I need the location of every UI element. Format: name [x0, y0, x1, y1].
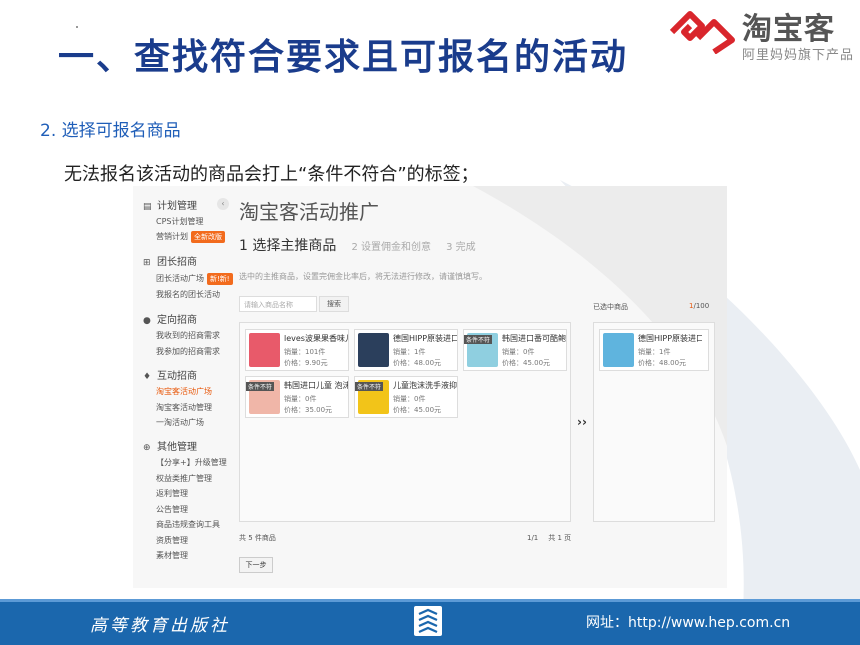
step-2: 2 设置佣金和创意	[351, 242, 431, 253]
product-sales: 销量：1件	[638, 348, 671, 356]
sidebar-item-rights-promo[interactable]: 权益类推广管理	[156, 473, 212, 484]
product-name: 儿童泡沫洗手液抑	[393, 381, 457, 390]
sidebar-item-rebate[interactable]: 返利管理	[156, 488, 188, 499]
taobaoke-logo: 淘宝客 阿里妈妈旗下产品	[668, 4, 856, 64]
product-thumbnail	[358, 333, 389, 367]
product-card[interactable]: 条件不符 儿童泡沫洗手液抑 销量：0件 价格：45.00元	[354, 376, 458, 418]
product-price: 价格：48.00元	[638, 359, 687, 367]
subheading: 2. 选择可报名商品	[40, 121, 181, 141]
sidebar-item-marketing-plan[interactable]: 营销计划 全新改版	[156, 231, 225, 243]
sidebar-group-plan[interactable]: ▤ 计划管理	[143, 197, 197, 212]
sidebar-item-activity-square[interactable]: 淘宝客活动广场	[156, 386, 212, 397]
pin-icon: ♦	[143, 372, 152, 382]
sidebar-item-leader-square[interactable]: 团长活动广场 新!新!	[156, 273, 233, 285]
sidebar-item-my-leader-activities[interactable]: 我报名的团长活动	[156, 289, 220, 300]
sidebar-group-targeted[interactable]: ● 定向招商	[143, 311, 197, 326]
sidebar-item-materials[interactable]: 素材管理	[156, 550, 188, 561]
book-logo-icon	[414, 606, 442, 636]
page-title: 淘宝客活动推广	[239, 200, 379, 224]
next-step-button[interactable]: 下一步	[239, 557, 273, 573]
grid-icon: ⊞	[143, 258, 151, 268]
sidebar-item-cps-plan[interactable]: CPS计划管理	[156, 216, 204, 227]
description: 无法报名该活动的商品会打上“条件不符合”的标签；	[64, 164, 479, 185]
logo-name: 淘宝客	[742, 12, 835, 47]
step-indicator: 1 选择主推商品 2 设置佣金和创意 3 完成	[239, 235, 476, 255]
product-name: 韩国进口儿童 泡沫	[284, 381, 348, 390]
product-price: 价格：45.00元	[393, 406, 442, 414]
product-card[interactable]: 条件不符 韩国进口儿童 泡沫 销量：0件 价格：35.00元	[245, 376, 349, 418]
sidebar-item-joined-requests[interactable]: 我参加的招商需求	[156, 346, 220, 357]
sidebar-group-interactive[interactable]: ♦ 互动招商	[143, 367, 197, 382]
product-card[interactable]: 条件不符 韩国进口番可酷鲍 销量：0件 价格：45.00元	[463, 329, 567, 371]
product-name: 德国HIPP原装进口	[393, 334, 457, 343]
footer-divider	[0, 599, 860, 602]
search-button[interactable]: 搜索	[319, 296, 349, 312]
publisher-name: 高等教育出版社	[90, 616, 230, 636]
collapse-sidebar-button[interactable]: ‹	[217, 198, 229, 210]
product-sales: 销量：0件	[284, 395, 317, 403]
product-sales: 销量：0件	[393, 395, 426, 403]
ineligible-tag: 条件不符	[246, 382, 275, 391]
product-card[interactable]: leves波果果香味儿 销量：101件 价格：9.90元	[245, 329, 349, 371]
selected-products-label: 已选中商品	[593, 303, 628, 311]
total-count: 共 5 件商品	[239, 534, 276, 542]
selected-product-card[interactable]: 德国HIPP原装进口 销量：1件 价格：48.00元	[599, 329, 709, 371]
step-1: 1 选择主推商品	[239, 238, 337, 254]
product-price: 价格：48.00元	[393, 359, 442, 367]
plus-circle-icon: ⊕	[143, 443, 151, 453]
website-url: 网址：http://www.hep.com.cn	[586, 615, 791, 631]
product-price: 价格：9.90元	[284, 359, 328, 367]
sidebar-group-other[interactable]: ⊕ 其他管理	[143, 438, 197, 453]
product-name: leves波果果香味儿	[284, 334, 348, 343]
selected-product-list: 德国HIPP原装进口 销量：1件 价格：48.00元	[593, 322, 715, 522]
taobaoke-logo-icon	[669, 11, 735, 54]
logo-subtitle: 阿里妈妈旗下产品	[742, 48, 855, 63]
product-name: 韩国进口番可酷鲍	[502, 334, 566, 343]
transfer-arrow-icon[interactable]: ››	[577, 415, 587, 429]
sidebar: ‹ ▤ 计划管理 CPS计划管理 营销计划 全新改版 ⊞ 团长招商 团长活动广场 新!新…	[133, 186, 233, 588]
main-content: 淘宝客活动推广 1 选择主推商品 2 设置佣金和创意 3 完成 选中的主推商品，…	[233, 186, 727, 588]
sidebar-item-etao-square[interactable]: 一淘活动广场	[156, 417, 204, 428]
footer-bar: 高等教育出版社 网址：http://www.hep.com.cn	[0, 599, 860, 645]
sidebar-item-received-requests[interactable]: 我收到的招商需求	[156, 330, 220, 341]
sidebar-item-announcements[interactable]: 公告管理	[156, 504, 188, 515]
product-sales: 销量：1件	[393, 348, 426, 356]
new-badge: 新!新!	[207, 273, 233, 285]
sidebar-item-share-upgrade[interactable]: 【分享+】升级管理	[156, 457, 227, 468]
product-search-input[interactable]: 请输入商品名称	[239, 296, 317, 312]
sidebar-item-qualification[interactable]: 资质管理	[156, 535, 188, 546]
ineligible-tag: 条件不符	[355, 382, 384, 391]
ineligible-tag: 条件不符	[464, 335, 493, 344]
product-sales: 销量：0件	[502, 348, 535, 356]
product-price: 价格：35.00元	[284, 406, 333, 414]
page-total: 共 1 页	[548, 534, 572, 542]
selected-count: 1/100	[689, 302, 710, 310]
product-thumbnail	[249, 333, 280, 367]
product-card[interactable]: 德国HIPP原装进口 销量：1件 价格：48.00元	[354, 329, 458, 371]
screenshot-panel: ‹ ▤ 计划管理 CPS计划管理 营销计划 全新改版 ⊞ 团长招商 团长活动广场 新!新…	[133, 186, 727, 588]
slide-title: 一、查找符合要求且可报名的活动	[58, 37, 629, 78]
product-sales: 销量：101件	[284, 348, 326, 356]
sidebar-item-activity-management[interactable]: 淘宝客活动管理	[156, 402, 212, 413]
product-price: 价格：45.00元	[502, 359, 551, 367]
tip-text: 选中的主推商品，设置完佣金比率后，将无法进行修改，请谨慎填写。	[239, 272, 487, 281]
product-name: 德国HIPP原装进口	[638, 334, 702, 343]
step-3: 3 完成	[446, 242, 476, 253]
new-version-badge: 全新改版	[191, 231, 225, 243]
sidebar-item-violation-query[interactable]: 商品违规查询工具	[156, 519, 220, 530]
sidebar-group-leader[interactable]: ⊞ 团长招商	[143, 253, 197, 268]
product-list: leves波果果香味儿 销量：101件 价格：9.90元 德国HIPP原装进口 …	[239, 322, 571, 522]
pagination: 1/1 共 1 页	[527, 533, 571, 543]
clipboard-icon: ▤	[143, 202, 152, 212]
page-indicator: 1/1	[527, 534, 539, 542]
location-icon: ●	[143, 316, 151, 326]
product-thumbnail	[603, 333, 634, 367]
